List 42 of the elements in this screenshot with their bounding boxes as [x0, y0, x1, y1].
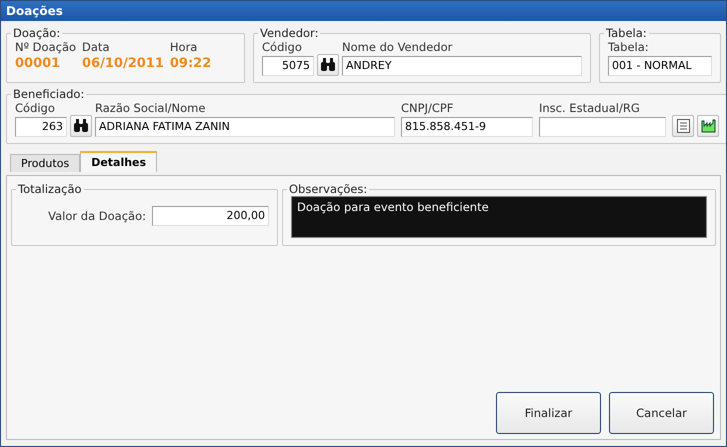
donation-date: 06/10/2011 [82, 56, 164, 71]
binoculars-icon [73, 119, 89, 133]
field-label: Nº Doação [15, 40, 76, 54]
tab[interactable]: Produtos [10, 154, 80, 172]
donation-time: 09:22 [170, 56, 212, 71]
seller-code-field[interactable]: 5075 [262, 56, 314, 76]
tab[interactable]: Detalhes [80, 151, 158, 172]
group-label: Doação: [12, 26, 62, 40]
donation-value-field[interactable]: 200,00 [152, 206, 269, 226]
field-label: Razão Social/Nome [95, 101, 206, 115]
cancel-button[interactable]: Cancelar [609, 392, 714, 434]
notes-field[interactable]: Doação para evento beneficiente [291, 196, 707, 238]
field-label: Hora [170, 40, 198, 54]
field-label: Nome do Vendedor [342, 40, 454, 54]
group-label: Vendedor: [259, 26, 320, 40]
field-label: Código [262, 40, 303, 54]
finish-button[interactable]: Finalizar [496, 392, 601, 434]
window-title: Doações [1, 1, 726, 21]
state-registration-field[interactable] [539, 117, 666, 137]
search-button[interactable] [70, 115, 92, 137]
field-label: Valor da Doação: [48, 209, 146, 223]
factory-button[interactable] [697, 115, 719, 137]
field-label: Código [15, 101, 56, 115]
donation-number: 00001 [15, 56, 62, 71]
beneficiary-code-field[interactable]: 263 [15, 117, 67, 137]
field-label: Insc. Estadual/RG [539, 101, 641, 115]
group-label: Tabela: [605, 26, 648, 40]
beneficiary-name-field[interactable]: ADRIANA FATIMA ZANIN [95, 117, 395, 137]
cpf-field[interactable]: 815.858.451-9 [401, 117, 533, 137]
price-table-field[interactable]: 001 - NORMAL [608, 56, 712, 76]
binoculars-icon [320, 58, 336, 72]
group-label: Observações: [288, 182, 368, 196]
factory-icon [700, 119, 716, 133]
document-button[interactable] [672, 115, 694, 137]
seller-name-field[interactable]: ANDREY [342, 56, 582, 76]
document-icon [676, 119, 690, 133]
field-label: Tabela: [608, 40, 650, 54]
group-label: Beneficiado: [12, 87, 86, 101]
field-label: CNPJ/CPF [401, 101, 454, 115]
search-button[interactable] [317, 54, 339, 76]
group-label: Totalização [17, 182, 83, 196]
field-label: Data [82, 40, 110, 54]
